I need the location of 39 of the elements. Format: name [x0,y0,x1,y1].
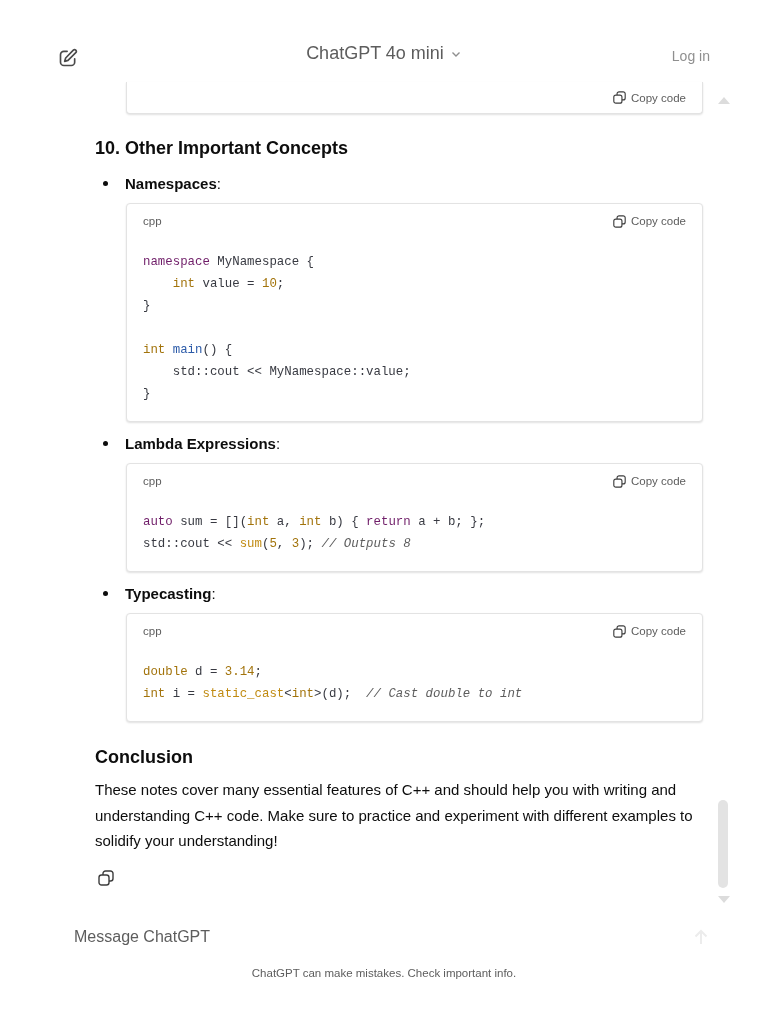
scrollbar-thumb[interactable] [718,800,728,888]
scroll-down-icon[interactable] [718,896,730,904]
scroll-up-icon[interactable] [718,96,730,104]
code-line: } [143,298,152,315]
conclusion-paragraph: These notes cover many essential features of C++ and should help you with writing and understanding C++ code. Make sure to practice and experiment with different examples to solidify your understanding! [95,780,694,852]
code-line: std::cout << MyNamespace::value; [171,364,412,381]
copy-message-button[interactable] [98,869,114,886]
new-chat-icon[interactable] [58,48,78,68]
code-language: cpp [143,215,162,227]
disclaimer-text: ChatGPT can make mistakes. Check important info. [250,967,518,979]
code-line: double d = 3.14; [143,664,263,681]
code-line: int value = 10; [171,276,286,293]
code-language: cpp [143,625,162,637]
copy-code-button[interactable]: Copy code [613,474,686,488]
code-line: } [143,386,152,403]
list-label: Lambda Expressions: [125,434,281,452]
copy-icon [613,91,626,104]
code-line: int i = static_cast<int>(d); // Cast double to int [143,686,524,703]
bullet [103,180,108,186]
model-selector[interactable]: ChatGPT 4o mini [306,43,462,76]
bullet [103,590,108,596]
list-label: Typecasting: [125,584,216,602]
copy-icon [613,214,626,228]
copy-code-button[interactable]: Copy code [613,91,686,104]
section-heading: 10. Other Important Concepts [95,137,350,160]
message-input[interactable]: Message ChatGPT [74,924,374,950]
copy-code-button[interactable]: Copy code [613,624,686,638]
code-line: int main() { [143,342,234,359]
code-language: cpp [143,475,162,487]
conclusion-heading: Conclusion [95,746,194,769]
copy-icon [613,624,626,638]
bullet [103,440,108,446]
copy-code-button[interactable]: Copy code [613,214,686,228]
copy-icon [98,869,114,886]
copy-icon [613,474,626,488]
code-line: auto sum = [](int a, int b) { return a + b; }; [143,514,487,531]
list-label: Namespaces: [125,174,221,192]
code-line: std::cout << sum(5, 3); // Outputs 8 [143,536,412,553]
code-line: namespace MyNamespace { [143,254,316,271]
